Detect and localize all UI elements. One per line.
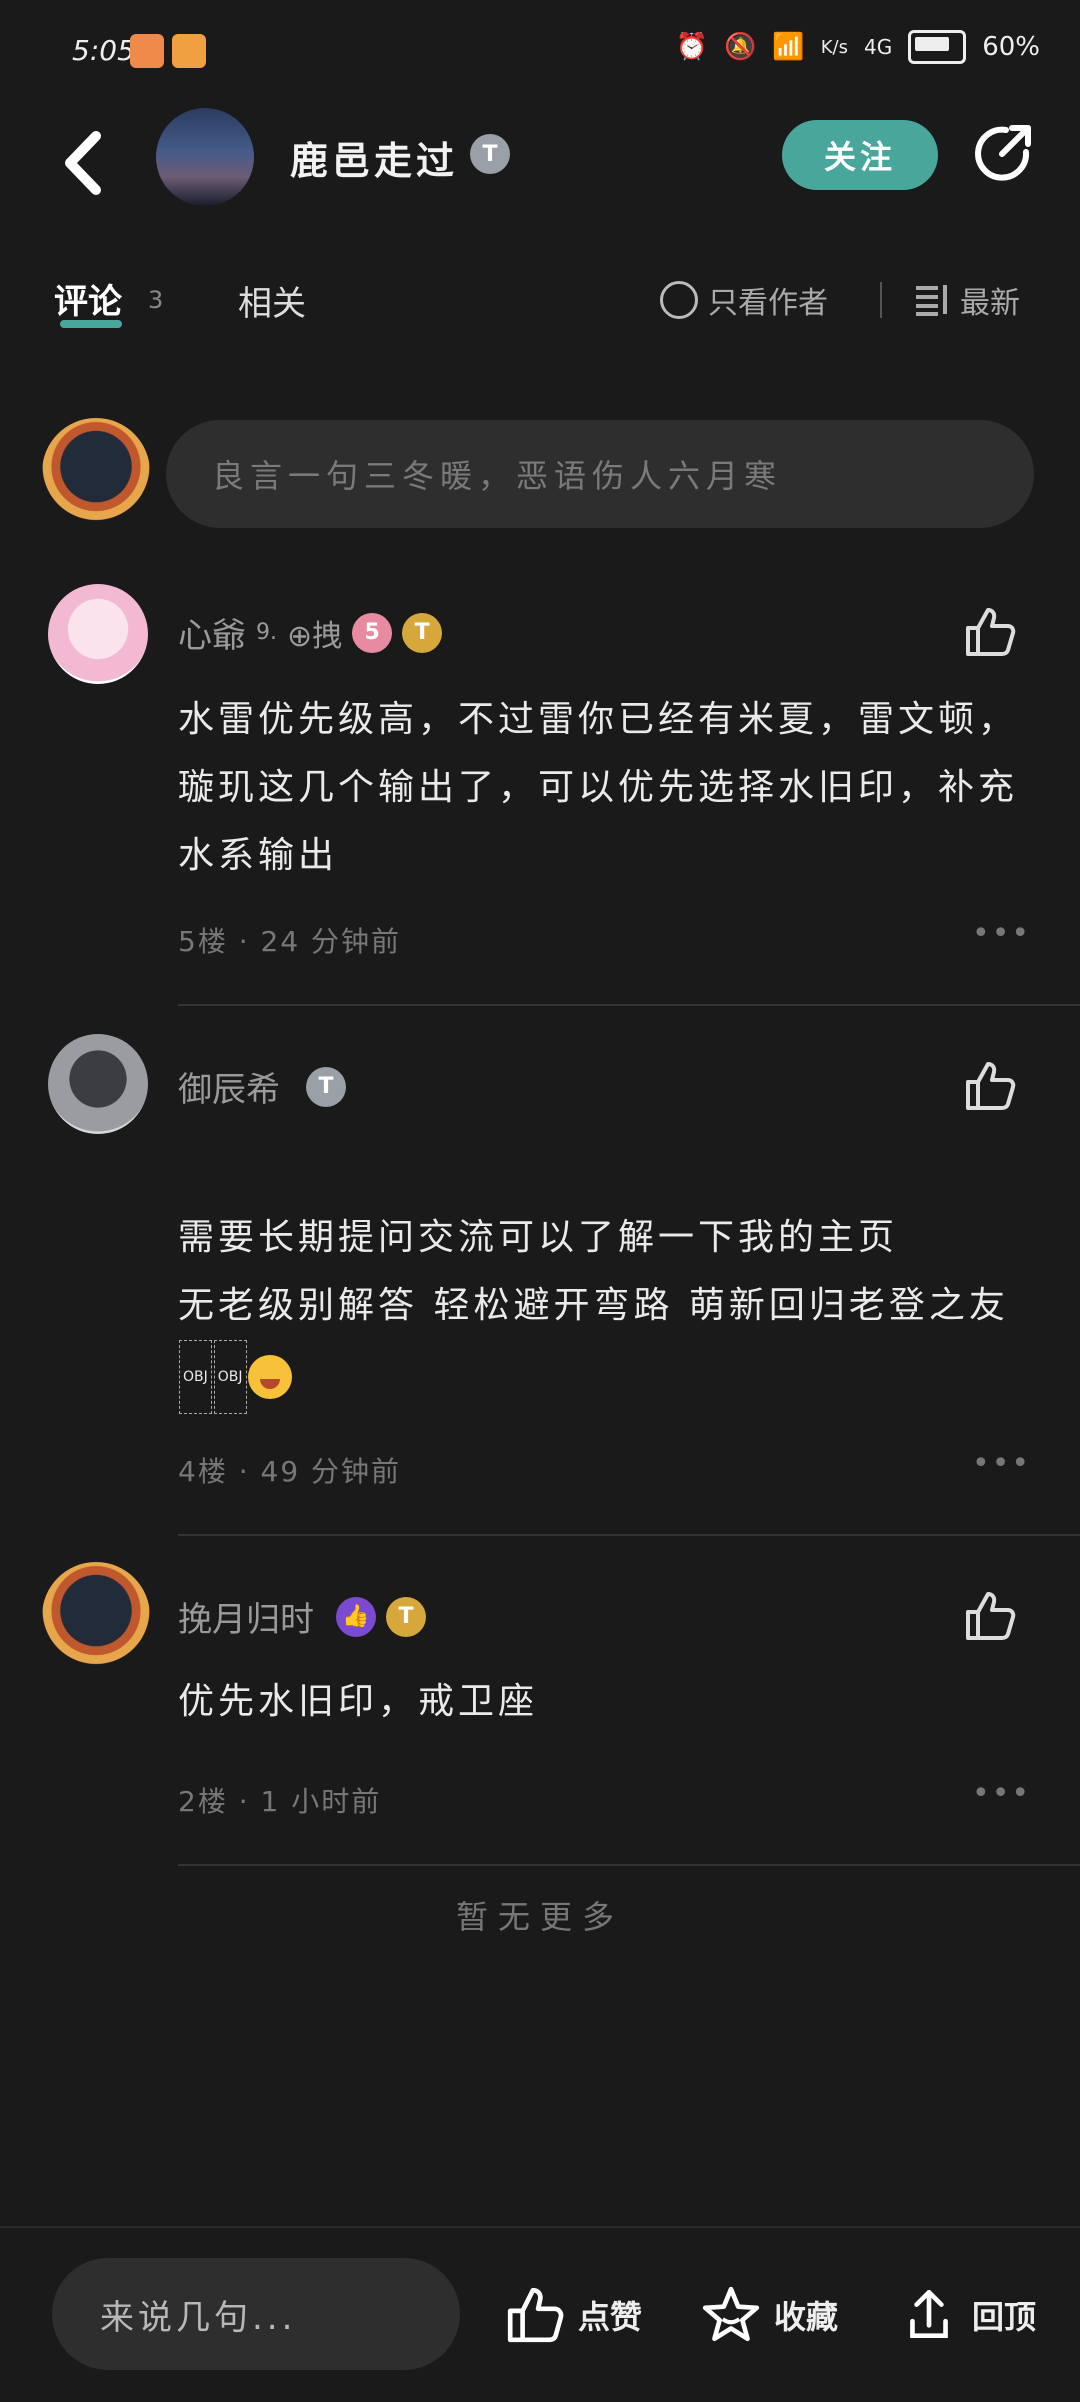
- obj-placeholder: OBJ: [213, 1340, 247, 1414]
- commenter-name-row: 挽月归时 👍 T: [178, 1592, 426, 1641]
- battery-percent: 60%: [982, 32, 1040, 62]
- thumbs-up-icon: [507, 2287, 564, 2343]
- tab-comments[interactable]: 评论: [54, 274, 122, 323]
- star-icon: [702, 2286, 760, 2342]
- battery-icon: [908, 30, 967, 64]
- status-right: ⏰ 🔕 📶 K/s 4G 60%: [676, 30, 1040, 64]
- thumb-badge-icon: 👍: [336, 1596, 376, 1637]
- my-avatar: [42, 418, 150, 526]
- time-label: 24 分钟前: [260, 925, 402, 958]
- alarm-icon: ⏰: [675, 32, 708, 62]
- like-icon[interactable]: [960, 602, 1020, 662]
- name-suffix: 9.: [256, 620, 277, 645]
- level-badge-icon: T: [470, 134, 510, 174]
- level-badge-icon: T: [386, 1596, 426, 1637]
- comment-line: 无老级别解答 轻松避开弯路 萌新回归老登之友: [178, 1285, 1009, 1326]
- app-notification-icon: [130, 34, 164, 68]
- comment-text: 水雷优先级高，不过雷你已经有米夏，雷文顿，璇玑这几个输出了，可以优先选择水旧印，…: [178, 699, 1019, 876]
- time-label: 1 小时前: [260, 1785, 382, 1818]
- only-author-label: 只看作者: [708, 286, 828, 321]
- commenter-name[interactable]: 御辰希: [178, 1062, 280, 1111]
- mute-bell-icon: 🔕: [723, 32, 757, 62]
- collect-label: 收藏: [774, 2298, 839, 2336]
- comment-count: 3: [148, 286, 164, 314]
- more-options-icon[interactable]: •••: [972, 1446, 1031, 1481]
- commenter-avatar[interactable]: [42, 1562, 150, 1670]
- sort-label: 最新: [960, 286, 1020, 321]
- divider: [178, 1004, 1080, 1006]
- like-button[interactable]: 点赞: [504, 2284, 642, 2346]
- name-suffix-2: ⊕拽: [287, 618, 343, 654]
- comment-text: 需要长期提问交流可以了解一下我的主页 无老级别解答 轻松避开弯路 萌新回归老登之…: [178, 1204, 1058, 1414]
- back-arrow-icon[interactable]: [56, 128, 116, 198]
- comment-line: 需要长期提问交流可以了解一下我的主页: [178, 1217, 899, 1258]
- play-notification-icon: [172, 34, 206, 68]
- back-to-top-button[interactable]: 回顶: [898, 2284, 1036, 2346]
- divider: [178, 1534, 1080, 1536]
- radio-circle-icon: [660, 281, 698, 319]
- divider: [178, 1864, 1080, 1866]
- more-options-icon[interactable]: •••: [972, 916, 1031, 951]
- network-speed: K/s: [820, 36, 848, 58]
- author-name[interactable]: 鹿邑走过: [290, 130, 458, 185]
- comment-meta: 5楼 · 24 分钟前: [178, 925, 402, 958]
- level-badge-icon: T: [306, 1066, 346, 1107]
- collect-button[interactable]: 收藏: [700, 2284, 838, 2346]
- medal-5-icon: 5: [352, 612, 393, 653]
- more-options-icon[interactable]: •••: [972, 1776, 1031, 1811]
- status-time: 5:05: [72, 34, 135, 67]
- comment-text: 优先水旧印，戒卫座: [178, 1681, 539, 1722]
- floor-label: 4楼: [178, 1455, 228, 1488]
- top-label: 回顶: [972, 2298, 1037, 2336]
- commenter-name-row: 心爺 9. ⊕拽 5 T: [178, 608, 443, 657]
- wifi-icon: 📶: [772, 32, 805, 62]
- sort-toggle[interactable]: 最新: [914, 278, 1020, 322]
- comment-meta: 2楼 · 1 小时前: [178, 1785, 382, 1818]
- arrow-up-icon: [910, 2289, 948, 2338]
- floor-label: 5楼: [178, 925, 228, 958]
- comment-input[interactable]: 良言一句三冬暖，恶语伤人六月寒: [166, 420, 1034, 528]
- follow-button[interactable]: 关注: [782, 120, 938, 190]
- divider: [880, 282, 882, 318]
- emoji-icon: [247, 1355, 292, 1399]
- tab-indicator: [60, 320, 122, 328]
- like-icon[interactable]: [960, 1056, 1020, 1116]
- commenter-name[interactable]: 挽月归时: [178, 1592, 314, 1641]
- level-badge-icon: T: [402, 612, 443, 653]
- comment-meta: 4楼 · 49 分钟前: [178, 1455, 402, 1488]
- author-avatar[interactable]: [156, 108, 254, 206]
- floor-label: 2楼: [178, 1785, 228, 1818]
- time-label: 49 分钟前: [260, 1455, 402, 1488]
- obj-placeholder: OBJ: [179, 1340, 212, 1414]
- signal-label: 4G: [863, 35, 893, 59]
- share-icon[interactable]: [972, 122, 1036, 186]
- reply-input[interactable]: 来说几句...: [52, 2258, 460, 2370]
- commenter-name[interactable]: 心爺: [178, 608, 246, 657]
- like-label: 点赞: [578, 2298, 643, 2336]
- tab-related[interactable]: 相关: [238, 276, 306, 325]
- status-bar: 5:05 ⏰ 🔕 📶 K/s 4G 60%: [0, 0, 1080, 110]
- like-icon[interactable]: [960, 1586, 1020, 1646]
- sort-list-icon: [916, 285, 947, 316]
- commenter-name-row: 御辰希 T: [178, 1062, 346, 1111]
- comment-line-inline: OBJ OBJ: [178, 1340, 1058, 1414]
- no-more-label: 暂无更多: [455, 1898, 624, 1936]
- only-author-toggle[interactable]: 只看作者: [660, 278, 828, 322]
- commenter-avatar[interactable]: [48, 1034, 148, 1134]
- commenter-avatar[interactable]: [48, 584, 148, 684]
